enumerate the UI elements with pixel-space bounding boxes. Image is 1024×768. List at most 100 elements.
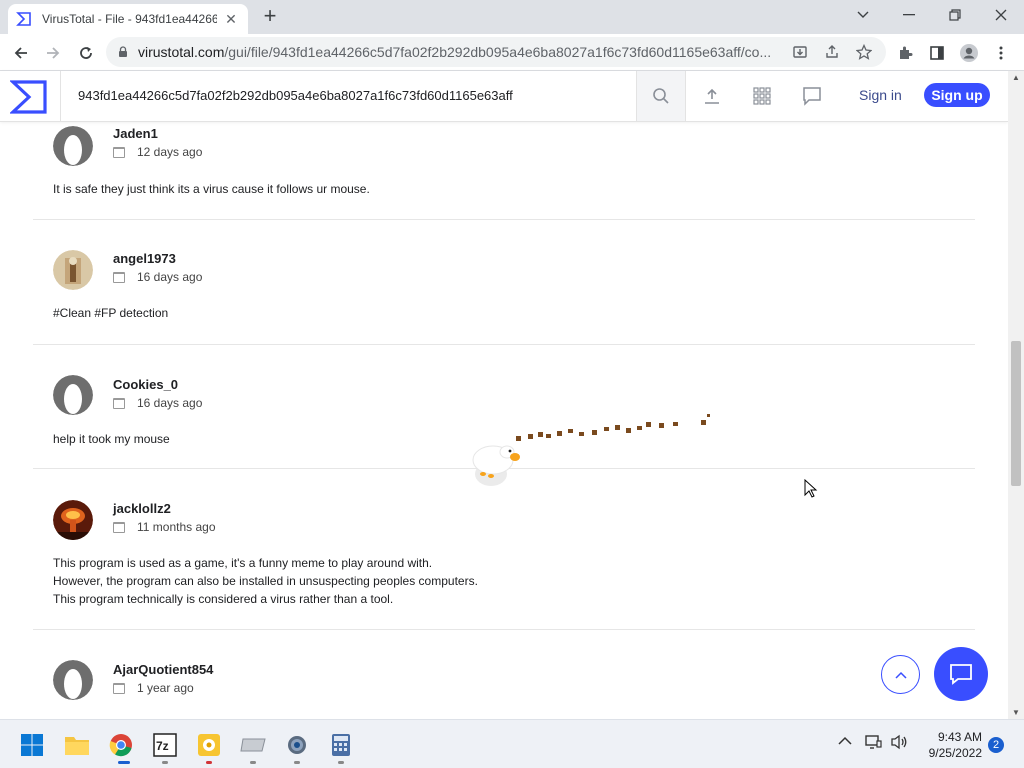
- goose-taskbar-button[interactable]: [196, 732, 222, 758]
- browser-toolbar: virustotal.com/gui/file/943fd1ea44266c5d…: [0, 34, 1024, 71]
- comment-username[interactable]: jacklollz2: [113, 501, 171, 516]
- install-app-icon[interactable]: [792, 44, 808, 60]
- taskbar-clock[interactable]: 9:43 AM 9/25/2022: [918, 729, 982, 761]
- app-indicator: [162, 761, 168, 764]
- user-photo-avatar: [53, 250, 93, 290]
- user-photo-avatar: [53, 500, 93, 540]
- back-arrow-icon: [14, 47, 27, 59]
- side-panel-icon: [930, 46, 944, 60]
- sign-up-button[interactable]: Sign up: [924, 83, 990, 107]
- comment-username[interactable]: Cookies_0: [113, 377, 178, 392]
- address-bar[interactable]: virustotal.com/gui/file/943fd1ea44266c5d…: [106, 37, 886, 67]
- puzzle-icon: [900, 46, 913, 59]
- tab-close-icon[interactable]: ✕: [222, 11, 240, 28]
- header-divider: [60, 71, 61, 121]
- close-window-button[interactable]: [978, 0, 1024, 30]
- tab-search-button[interactable]: [840, 0, 886, 30]
- bookmark-star-icon[interactable]: [856, 44, 872, 60]
- restore-icon: [949, 9, 961, 21]
- comment-date-text: 1 year ago: [137, 681, 194, 695]
- new-tab-button[interactable]: +: [258, 5, 282, 29]
- goose-footprints: [516, 414, 710, 441]
- sign-in-link[interactable]: Sign in: [859, 87, 902, 103]
- 7zip-icon: 7z: [153, 733, 177, 757]
- comment-date: 11 months ago: [113, 520, 216, 534]
- search-icon: [653, 88, 669, 104]
- comment-item: jacklollz2 11 months ago This program is…: [33, 469, 975, 630]
- calendar-icon: [113, 521, 125, 533]
- settings-taskbar-button[interactable]: [284, 732, 310, 758]
- upload-button[interactable]: [699, 83, 725, 109]
- comment-item: angel1973 16 days ago #Clean #FP detecti…: [33, 220, 975, 345]
- show-hidden-icons-button[interactable]: [838, 734, 852, 749]
- comment-date-text: 12 days ago: [137, 145, 203, 159]
- comment-date-text: 11 months ago: [137, 520, 216, 534]
- chrome-icon: [109, 734, 132, 757]
- network-tray-button[interactable]: [864, 734, 882, 753]
- file-explorer-taskbar-button[interactable]: [64, 732, 90, 758]
- start-button[interactable]: [19, 732, 45, 758]
- profile-avatar-icon: [960, 44, 978, 62]
- menu-button[interactable]: [988, 40, 1014, 66]
- comment-text: This program is used as a game, it's a f…: [53, 554, 478, 608]
- extensions-button[interactable]: [892, 40, 918, 66]
- comment-text: It is safe they just think its a virus c…: [53, 180, 370, 198]
- 7zip-taskbar-button[interactable]: 7z: [152, 732, 178, 758]
- default-avatar-icon: [53, 660, 93, 700]
- minimize-button[interactable]: [886, 0, 932, 30]
- comment-chat-button[interactable]: [934, 647, 988, 701]
- apps-grid-button[interactable]: [749, 83, 775, 109]
- notification-badge[interactable]: 2: [988, 737, 1004, 753]
- goose-app-icon: [198, 734, 220, 756]
- clock-date: 9/25/2022: [928, 746, 982, 760]
- active-app-indicator: [118, 761, 130, 764]
- reload-button[interactable]: [73, 40, 99, 66]
- volume-icon: [891, 734, 907, 750]
- volume-tray-button[interactable]: [890, 734, 908, 753]
- scroll-to-top-button[interactable]: [881, 655, 920, 694]
- profile-button[interactable]: [956, 40, 982, 66]
- windows-start-icon: [21, 734, 43, 756]
- comments-list: Jaden1 12 days ago It is safe they just …: [0, 122, 1008, 719]
- comment-date: 16 days ago: [113, 270, 202, 284]
- comment-username[interactable]: Jaden1: [113, 126, 158, 141]
- app-taskbar-button[interactable]: [240, 732, 266, 758]
- comment-username[interactable]: angel1973: [113, 251, 176, 266]
- restore-button[interactable]: [932, 0, 978, 30]
- calculator-taskbar-button[interactable]: [328, 732, 354, 758]
- calendar-icon: [113, 271, 125, 283]
- search-button[interactable]: [636, 71, 686, 121]
- scroll-up-arrow-icon[interactable]: ▲: [1012, 73, 1020, 82]
- minimize-icon: [903, 14, 915, 16]
- tab-title: VirusTotal - File - 943fd1ea44266c5d7fa0…: [42, 12, 217, 26]
- comment-date: 12 days ago: [113, 145, 202, 159]
- community-chat-button[interactable]: [799, 83, 825, 109]
- comment-line: help it took my mouse: [53, 432, 170, 446]
- chevron-up-icon: [838, 736, 852, 745]
- reload-icon: [80, 47, 92, 59]
- browser-tabstrip: VirusTotal - File - 943fd1ea44266c5d7fa0…: [0, 0, 1024, 34]
- chat-bubble-icon: [950, 664, 972, 685]
- side-panel-button[interactable]: [924, 40, 950, 66]
- virustotal-logo[interactable]: [10, 79, 48, 115]
- back-button[interactable]: [8, 40, 34, 66]
- browser-tab[interactable]: VirusTotal - File - 943fd1ea44266c5d7fa0…: [8, 4, 248, 34]
- avatar: [53, 250, 93, 290]
- forward-button[interactable]: [40, 40, 66, 66]
- chat-bubble-icon: [803, 87, 821, 106]
- avatar: [53, 126, 93, 166]
- search-input[interactable]: 943fd1ea44266c5d7fa02f2b292db095a4e6ba80…: [78, 88, 513, 103]
- chevron-up-icon: [894, 671, 907, 679]
- comment-date: 16 days ago: [113, 396, 202, 410]
- default-avatar-icon: [53, 126, 93, 166]
- url-text: virustotal.com/gui/file/943fd1ea44266c5d…: [138, 44, 778, 60]
- page-scrollbar[interactable]: ▲ ▼: [1008, 71, 1024, 719]
- comment-username[interactable]: AjarQuotient854: [113, 662, 213, 677]
- goose-body: [472, 445, 520, 486]
- scrollbar-thumb[interactable]: [1011, 341, 1021, 486]
- chrome-taskbar-button[interactable]: [108, 732, 134, 758]
- clock-time: 9:43 AM: [937, 730, 982, 744]
- network-icon: [865, 735, 882, 749]
- scroll-down-arrow-icon[interactable]: ▼: [1012, 708, 1020, 717]
- share-icon[interactable]: [824, 44, 840, 60]
